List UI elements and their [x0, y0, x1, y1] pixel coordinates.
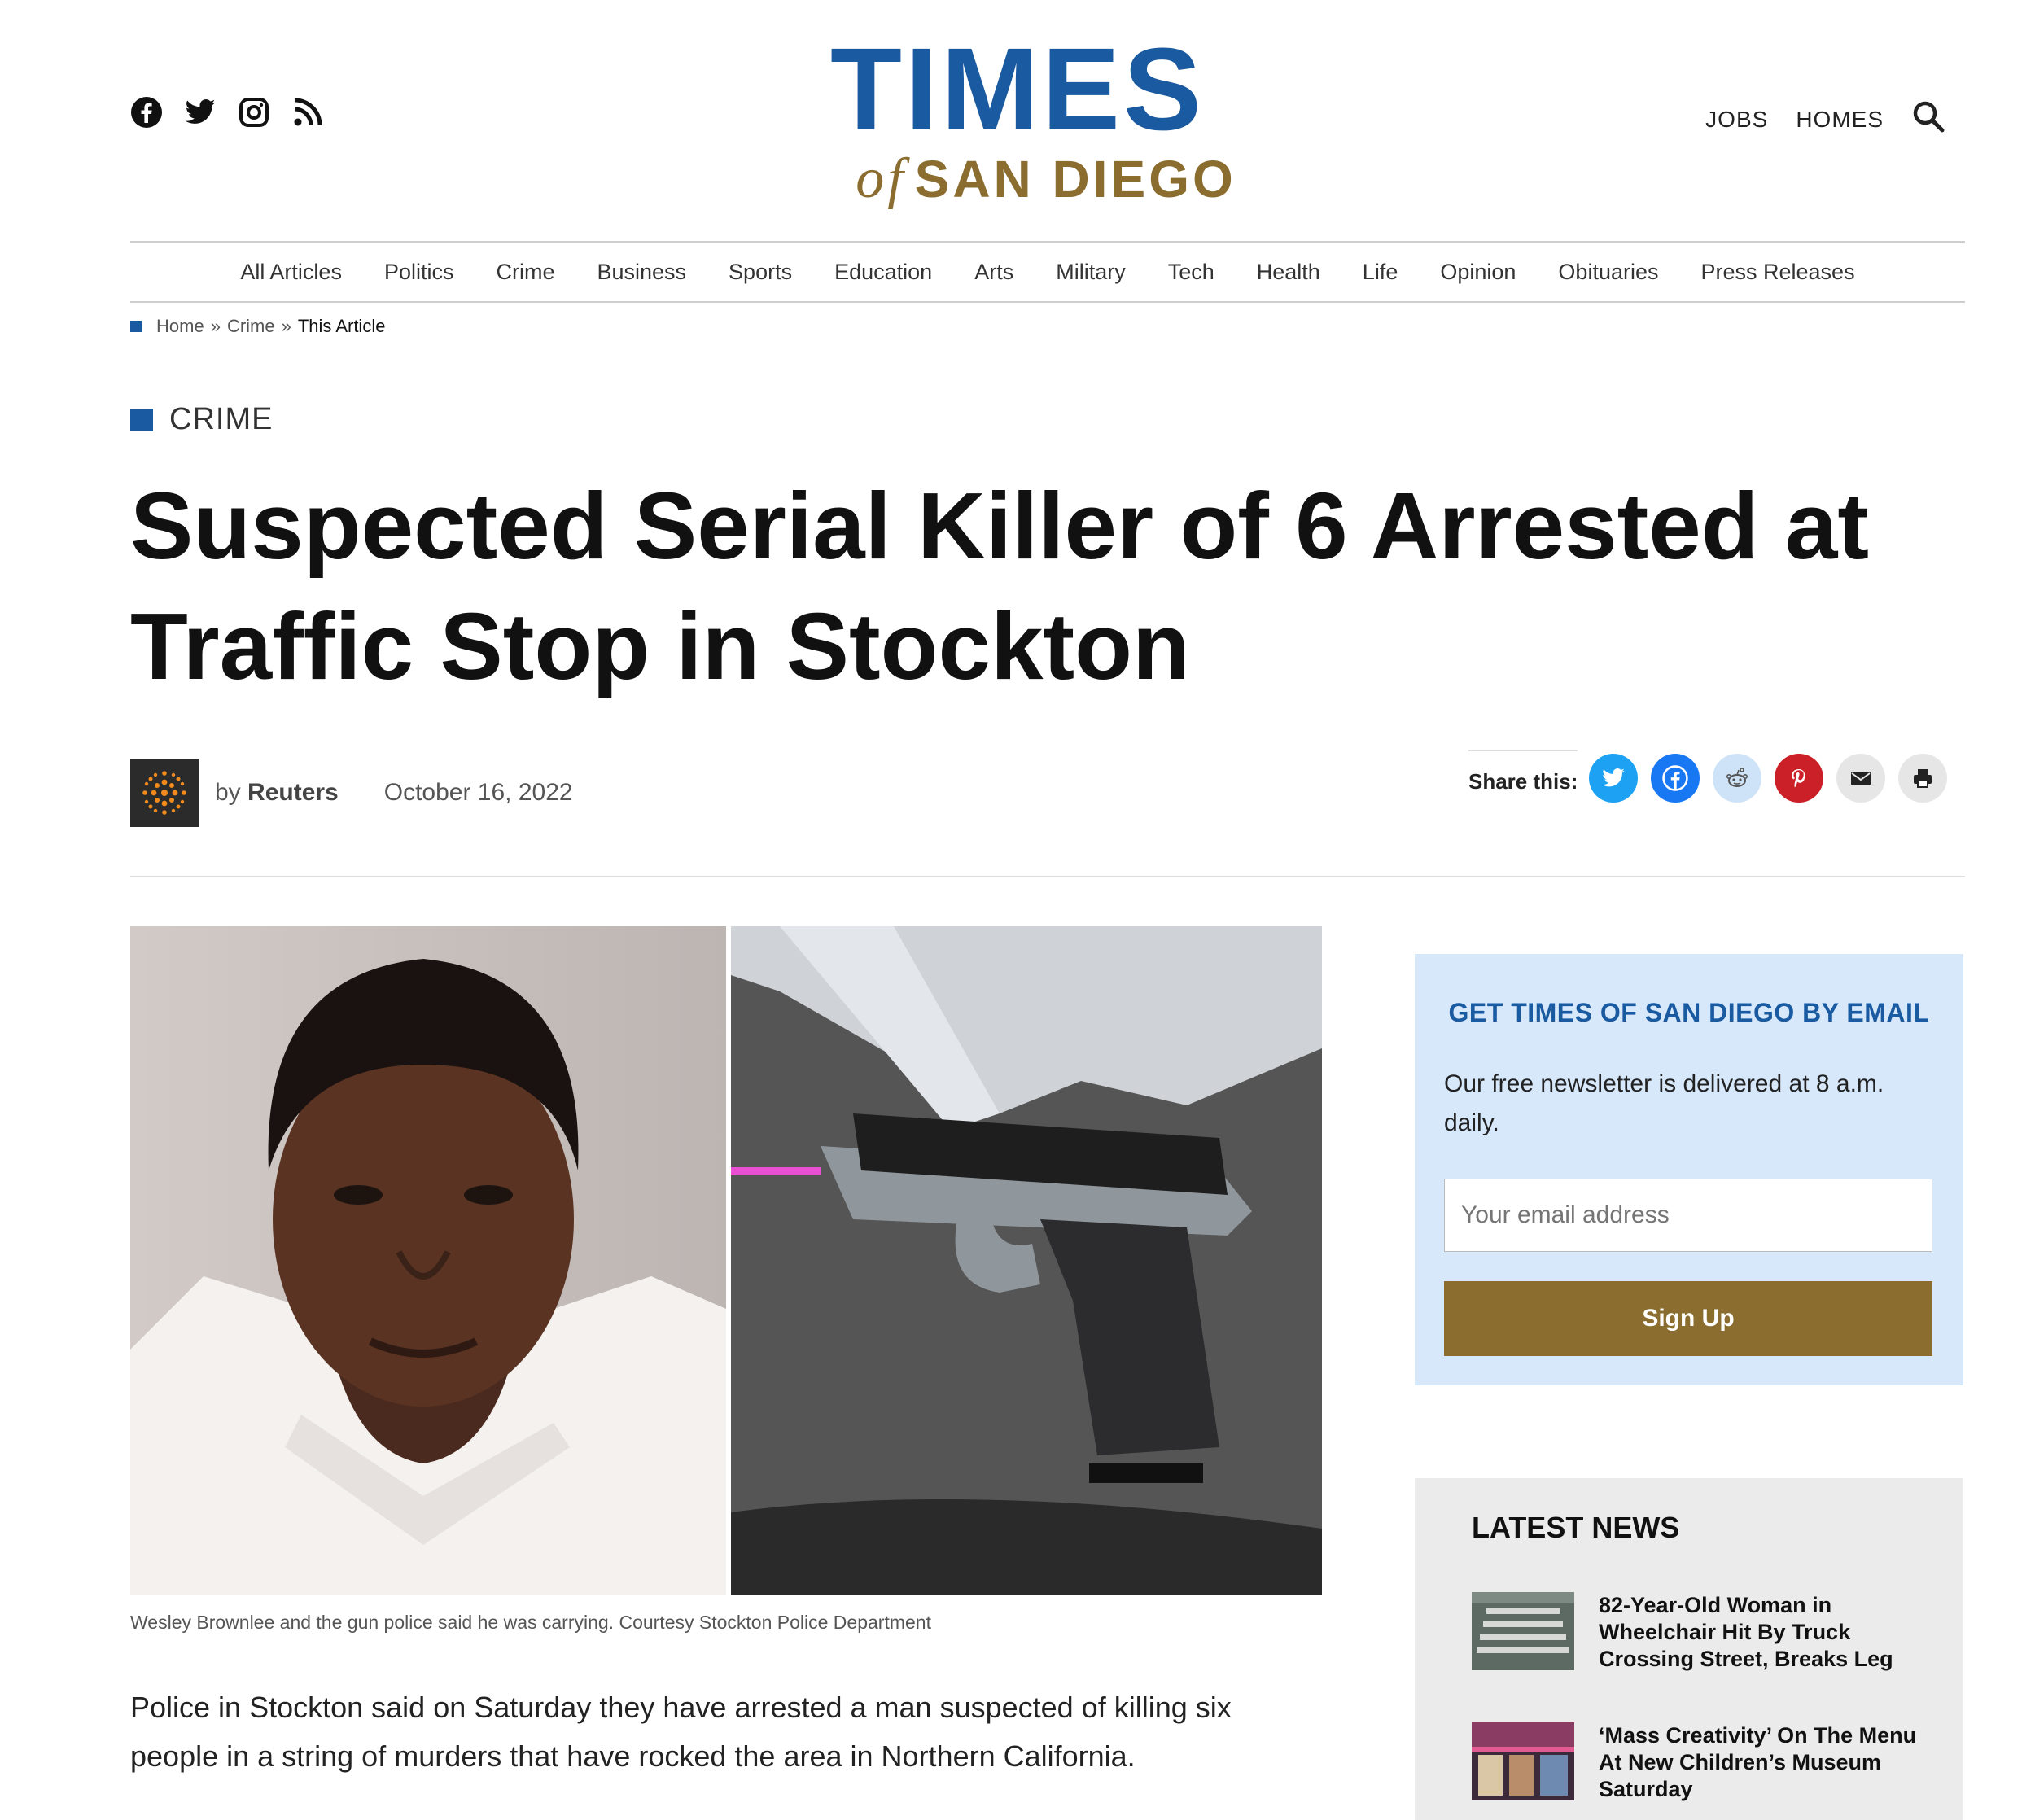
nav-crime[interactable]: Crime: [496, 260, 554, 284]
latest-news-title: LATEST NEWS: [1472, 1511, 1680, 1544]
share-email-button[interactable]: [1836, 754, 1886, 803]
email-icon: [1851, 772, 1871, 785]
jobs-link[interactable]: JOBS: [1705, 107, 1768, 133]
nav-press-releases[interactable]: Press Releases: [1700, 260, 1854, 284]
category-label[interactable]: CRIME: [130, 402, 273, 437]
author-avatar[interactable]: [130, 759, 199, 827]
nav-all-articles[interactable]: All Articles: [240, 260, 342, 284]
article-paragraph: Police in Stockton said on Saturday they…: [130, 1691, 1232, 1773]
nav-opinion[interactable]: Opinion: [1440, 260, 1516, 284]
pinterest-icon: [1792, 769, 1805, 788]
news-item-title[interactable]: ‘Mass Creativity’ On The Menu At New Chi…: [1599, 1722, 1928, 1803]
gun-photo: [731, 926, 1322, 1595]
twitter-icon: [1602, 768, 1626, 787]
nav-military[interactable]: Military: [1056, 260, 1126, 284]
news-item-title[interactable]: 82-Year-Old Woman in Wheelchair Hit By T…: [1599, 1592, 1928, 1673]
share-print-button[interactable]: [1898, 754, 1948, 803]
byline: by Reuters October 16, 2022: [130, 759, 573, 827]
photo-caption: Wesley Brownlee and the gun police said …: [130, 1612, 931, 1633]
category-text: CRIME: [169, 402, 274, 436]
email-input[interactable]: [1444, 1179, 1932, 1252]
article-date: October 16, 2022: [383, 779, 573, 806]
byline-author: by Reuters: [215, 779, 339, 807]
nav-life[interactable]: Life: [1363, 260, 1398, 284]
nav-business[interactable]: Business: [597, 260, 686, 284]
category-marker: [130, 408, 153, 431]
breadcrumb-crime[interactable]: Crime: [227, 316, 275, 337]
share-facebook-button[interactable]: [1651, 754, 1700, 803]
nav-obituaries[interactable]: Obituaries: [1558, 260, 1658, 284]
facebook-icon: [1662, 765, 1689, 791]
news-thumbnail[interactable]: [1472, 1592, 1574, 1670]
divider: [130, 876, 1965, 877]
nav-sports[interactable]: Sports: [729, 260, 792, 284]
newsletter-signup: GET TIMES OF SAN DIEGO BY EMAIL Our free…: [1415, 954, 1963, 1385]
nav-politics[interactable]: Politics: [384, 260, 454, 284]
search-icon[interactable]: [1911, 99, 1945, 139]
suspect-photo: [130, 926, 726, 1595]
nav-education[interactable]: Education: [834, 260, 932, 284]
list-item[interactable]: ‘Mass Creativity’ On The Menu At New Chi…: [1472, 1722, 1928, 1803]
logo-of: of: [856, 147, 907, 210]
newsletter-description: Our free newsletter is delivered at 8 a.…: [1444, 1070, 1884, 1136]
newsletter-title: GET TIMES OF SAN DIEGO BY EMAIL: [1448, 998, 1930, 1027]
breadcrumb-current: This Article: [297, 316, 386, 336]
print-icon: [1914, 769, 1932, 788]
article-headline: Suspected Serial Killer of 6 Arrested at…: [130, 473, 1870, 699]
nav-arts[interactable]: Arts: [974, 260, 1013, 284]
homes-link[interactable]: HOMES: [1796, 107, 1884, 133]
breadcrumb-separator: »: [210, 316, 221, 336]
breadcrumb: Home » Crime » This Article: [130, 316, 385, 337]
logo-san-diego-text: SAN DIEGO: [914, 150, 1236, 208]
news-thumbnail[interactable]: [1472, 1722, 1574, 1800]
share-bar: Share this:: [1468, 741, 1948, 803]
share-pinterest-button[interactable]: [1775, 754, 1824, 803]
nav-health[interactable]: Health: [1257, 260, 1320, 284]
byline-by: by: [215, 779, 241, 806]
sign-up-button[interactable]: Sign Up: [1444, 1281, 1932, 1356]
logo-san-diego: of SAN DIEGO: [57, 147, 2035, 212]
breadcrumb-separator: »: [281, 316, 291, 336]
breadcrumb-home[interactable]: Home: [156, 316, 204, 337]
main-nav: All Articles Politics Crime Business Spo…: [130, 241, 1965, 303]
header-links: JOBS HOMES: [1705, 99, 1945, 139]
list-item[interactable]: 82-Year-Old Woman in Wheelchair Hit By T…: [1472, 1592, 1928, 1673]
latest-news: LATEST NEWS 82-Year-Old Woman in Wheelch…: [1415, 1478, 1963, 1820]
breadcrumb-marker: [130, 321, 142, 332]
share-reddit-button[interactable]: [1713, 754, 1762, 803]
author-link[interactable]: Reuters: [247, 779, 339, 806]
share-label: Share this:: [1468, 749, 1578, 794]
reddit-icon: [1726, 768, 1748, 787]
nav-tech[interactable]: Tech: [1168, 260, 1214, 284]
share-twitter-button[interactable]: [1589, 754, 1639, 803]
